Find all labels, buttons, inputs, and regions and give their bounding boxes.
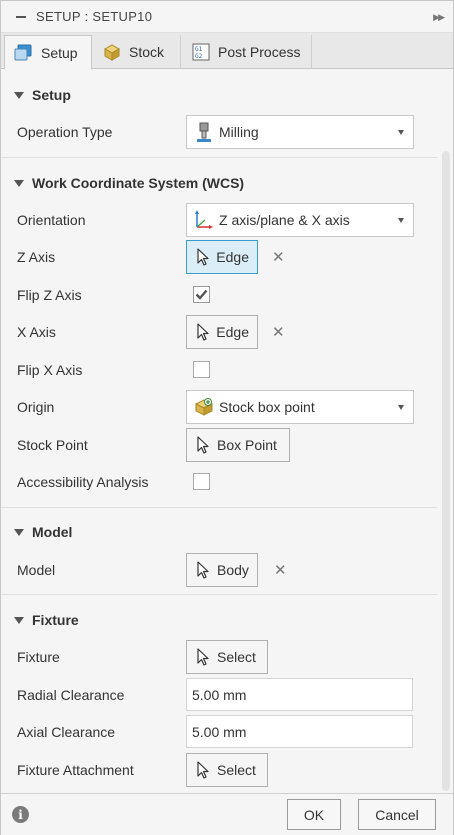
fixture-button-label: Select xyxy=(217,649,256,665)
flip-x-axis-label: Flip X Axis xyxy=(17,362,83,378)
divider xyxy=(1,594,437,595)
svg-text:G1: G1 xyxy=(195,46,203,53)
title-bar[interactable]: SETUP : SETUP10 ▶▶ xyxy=(1,1,453,33)
axial-clearance-input[interactable]: 5.00 mm xyxy=(186,715,413,748)
section-fixture-title: Fixture xyxy=(32,612,79,628)
stock-point-button-label: Box Point xyxy=(217,437,277,453)
section-model-title: Model xyxy=(32,524,73,540)
cursor-arrow-icon xyxy=(192,559,214,581)
fixture-select-button[interactable]: Select xyxy=(186,640,268,674)
cancel-button[interactable]: Cancel xyxy=(358,799,436,830)
section-wcs-title: Work Coordinate System (WCS) xyxy=(32,175,245,191)
operation-type-dropdown[interactable]: Milling xyxy=(186,115,414,149)
fixture-label: Fixture xyxy=(17,649,60,665)
expand-arrows-icon[interactable]: ▶▶ xyxy=(433,12,445,23)
collapse-icon[interactable] xyxy=(16,15,26,18)
tab-bar: Setup Stock G1 G2 Post Process xyxy=(1,33,453,70)
tab-post-process-label: Post Process xyxy=(218,44,301,60)
section-model-header[interactable]: Model xyxy=(14,524,72,540)
axial-clearance-label: Axial Clearance xyxy=(17,724,116,740)
collapse-triangle-icon xyxy=(14,91,24,99)
milling-icon xyxy=(193,121,215,143)
chevron-down-icon xyxy=(398,405,404,410)
cursor-arrow-icon xyxy=(192,246,213,268)
clear-x-axis-icon[interactable]: ✕ xyxy=(272,323,285,341)
z-axis-button-label: Edge xyxy=(216,249,249,265)
origin-value: Stock box point xyxy=(219,399,315,415)
model-button-label: Body xyxy=(217,562,249,578)
section-wcs-header[interactable]: Work Coordinate System (WCS) xyxy=(14,175,244,191)
x-axis-label: X Axis xyxy=(17,324,56,340)
flip-z-axis-label: Flip Z Axis xyxy=(17,287,82,303)
tab-setup-label: Setup xyxy=(41,44,78,61)
setup-icon xyxy=(13,43,35,63)
tab-stock[interactable]: Stock xyxy=(93,35,181,69)
orientation-label: Orientation xyxy=(17,212,86,228)
collapse-triangle-icon xyxy=(14,528,24,536)
tab-post-process[interactable]: G1 G2 Post Process xyxy=(182,35,312,69)
stock-point-label: Stock Point xyxy=(17,437,88,453)
tab-stock-label: Stock xyxy=(129,44,165,60)
chevron-down-icon xyxy=(398,218,404,223)
stock-point-select-button[interactable]: Box Point xyxy=(186,428,290,462)
dialog-footer: i OK Cancel xyxy=(1,793,453,835)
setup-dialog: SETUP : SETUP10 ▶▶ Setup Stock G1 G2 Pos… xyxy=(0,0,454,835)
cursor-arrow-icon xyxy=(192,759,214,781)
orientation-value: Z axis/plane & X axis xyxy=(219,212,350,228)
tab-setup[interactable]: Setup xyxy=(4,35,92,70)
x-axis-button-label: Edge xyxy=(216,324,249,340)
post-process-icon: G1 G2 xyxy=(190,42,212,62)
ok-button[interactable]: OK xyxy=(287,799,341,830)
dialog-title: SETUP : SETUP10 xyxy=(36,9,153,24)
flip-z-axis-checkbox[interactable] xyxy=(193,286,210,303)
divider xyxy=(1,507,437,508)
setup-panel: Setup Operation Type Milling Work Coordi… xyxy=(1,70,453,792)
fixture-attachment-button-label: Select xyxy=(217,762,256,778)
section-setup-header[interactable]: Setup xyxy=(14,87,71,103)
radial-clearance-label: Radial Clearance xyxy=(17,687,125,703)
axis-orientation-icon xyxy=(193,209,215,231)
cursor-arrow-icon xyxy=(192,646,214,668)
section-fixture-header[interactable]: Fixture xyxy=(14,612,79,628)
flip-x-axis-checkbox[interactable] xyxy=(193,361,210,378)
model-select-button[interactable]: Body xyxy=(186,553,258,587)
model-label: Model xyxy=(17,562,56,578)
operation-type-value: Milling xyxy=(219,124,259,140)
z-axis-label: Z Axis xyxy=(17,249,56,265)
origin-label: Origin xyxy=(17,399,55,415)
stock-icon xyxy=(101,42,123,62)
collapse-triangle-icon xyxy=(14,179,24,187)
z-axis-select-button[interactable]: Edge xyxy=(186,240,258,274)
svg-text:G2: G2 xyxy=(195,53,203,60)
stock-box-point-icon xyxy=(193,396,215,418)
clear-z-axis-icon[interactable]: ✕ xyxy=(272,248,285,266)
radial-clearance-value: 5.00 mm xyxy=(192,686,247,703)
section-setup-title: Setup xyxy=(32,87,71,103)
accessibility-analysis-checkbox[interactable] xyxy=(193,473,210,490)
info-icon[interactable]: i xyxy=(12,806,29,823)
axial-clearance-value: 5.00 mm xyxy=(192,723,247,740)
cursor-arrow-icon xyxy=(192,434,214,456)
operation-type-label: Operation Type xyxy=(17,124,113,140)
accessibility-analysis-label: Accessibility Analysis xyxy=(17,474,149,490)
orientation-dropdown[interactable]: Z axis/plane & X axis xyxy=(186,203,414,237)
fixture-attachment-label: Fixture Attachment xyxy=(17,762,134,778)
collapse-triangle-icon xyxy=(14,616,24,624)
chevron-down-icon xyxy=(398,130,404,135)
x-axis-select-button[interactable]: Edge xyxy=(186,315,258,349)
clear-model-icon[interactable]: ✕ xyxy=(274,561,287,579)
origin-dropdown[interactable]: Stock box point xyxy=(186,390,414,424)
checkmark-icon xyxy=(195,289,208,300)
divider xyxy=(1,157,437,158)
scrollbar[interactable] xyxy=(442,151,450,791)
cursor-arrow-icon xyxy=(192,321,213,343)
fixture-attachment-select-button[interactable]: Select xyxy=(186,753,268,787)
radial-clearance-input[interactable]: 5.00 mm xyxy=(186,678,413,711)
